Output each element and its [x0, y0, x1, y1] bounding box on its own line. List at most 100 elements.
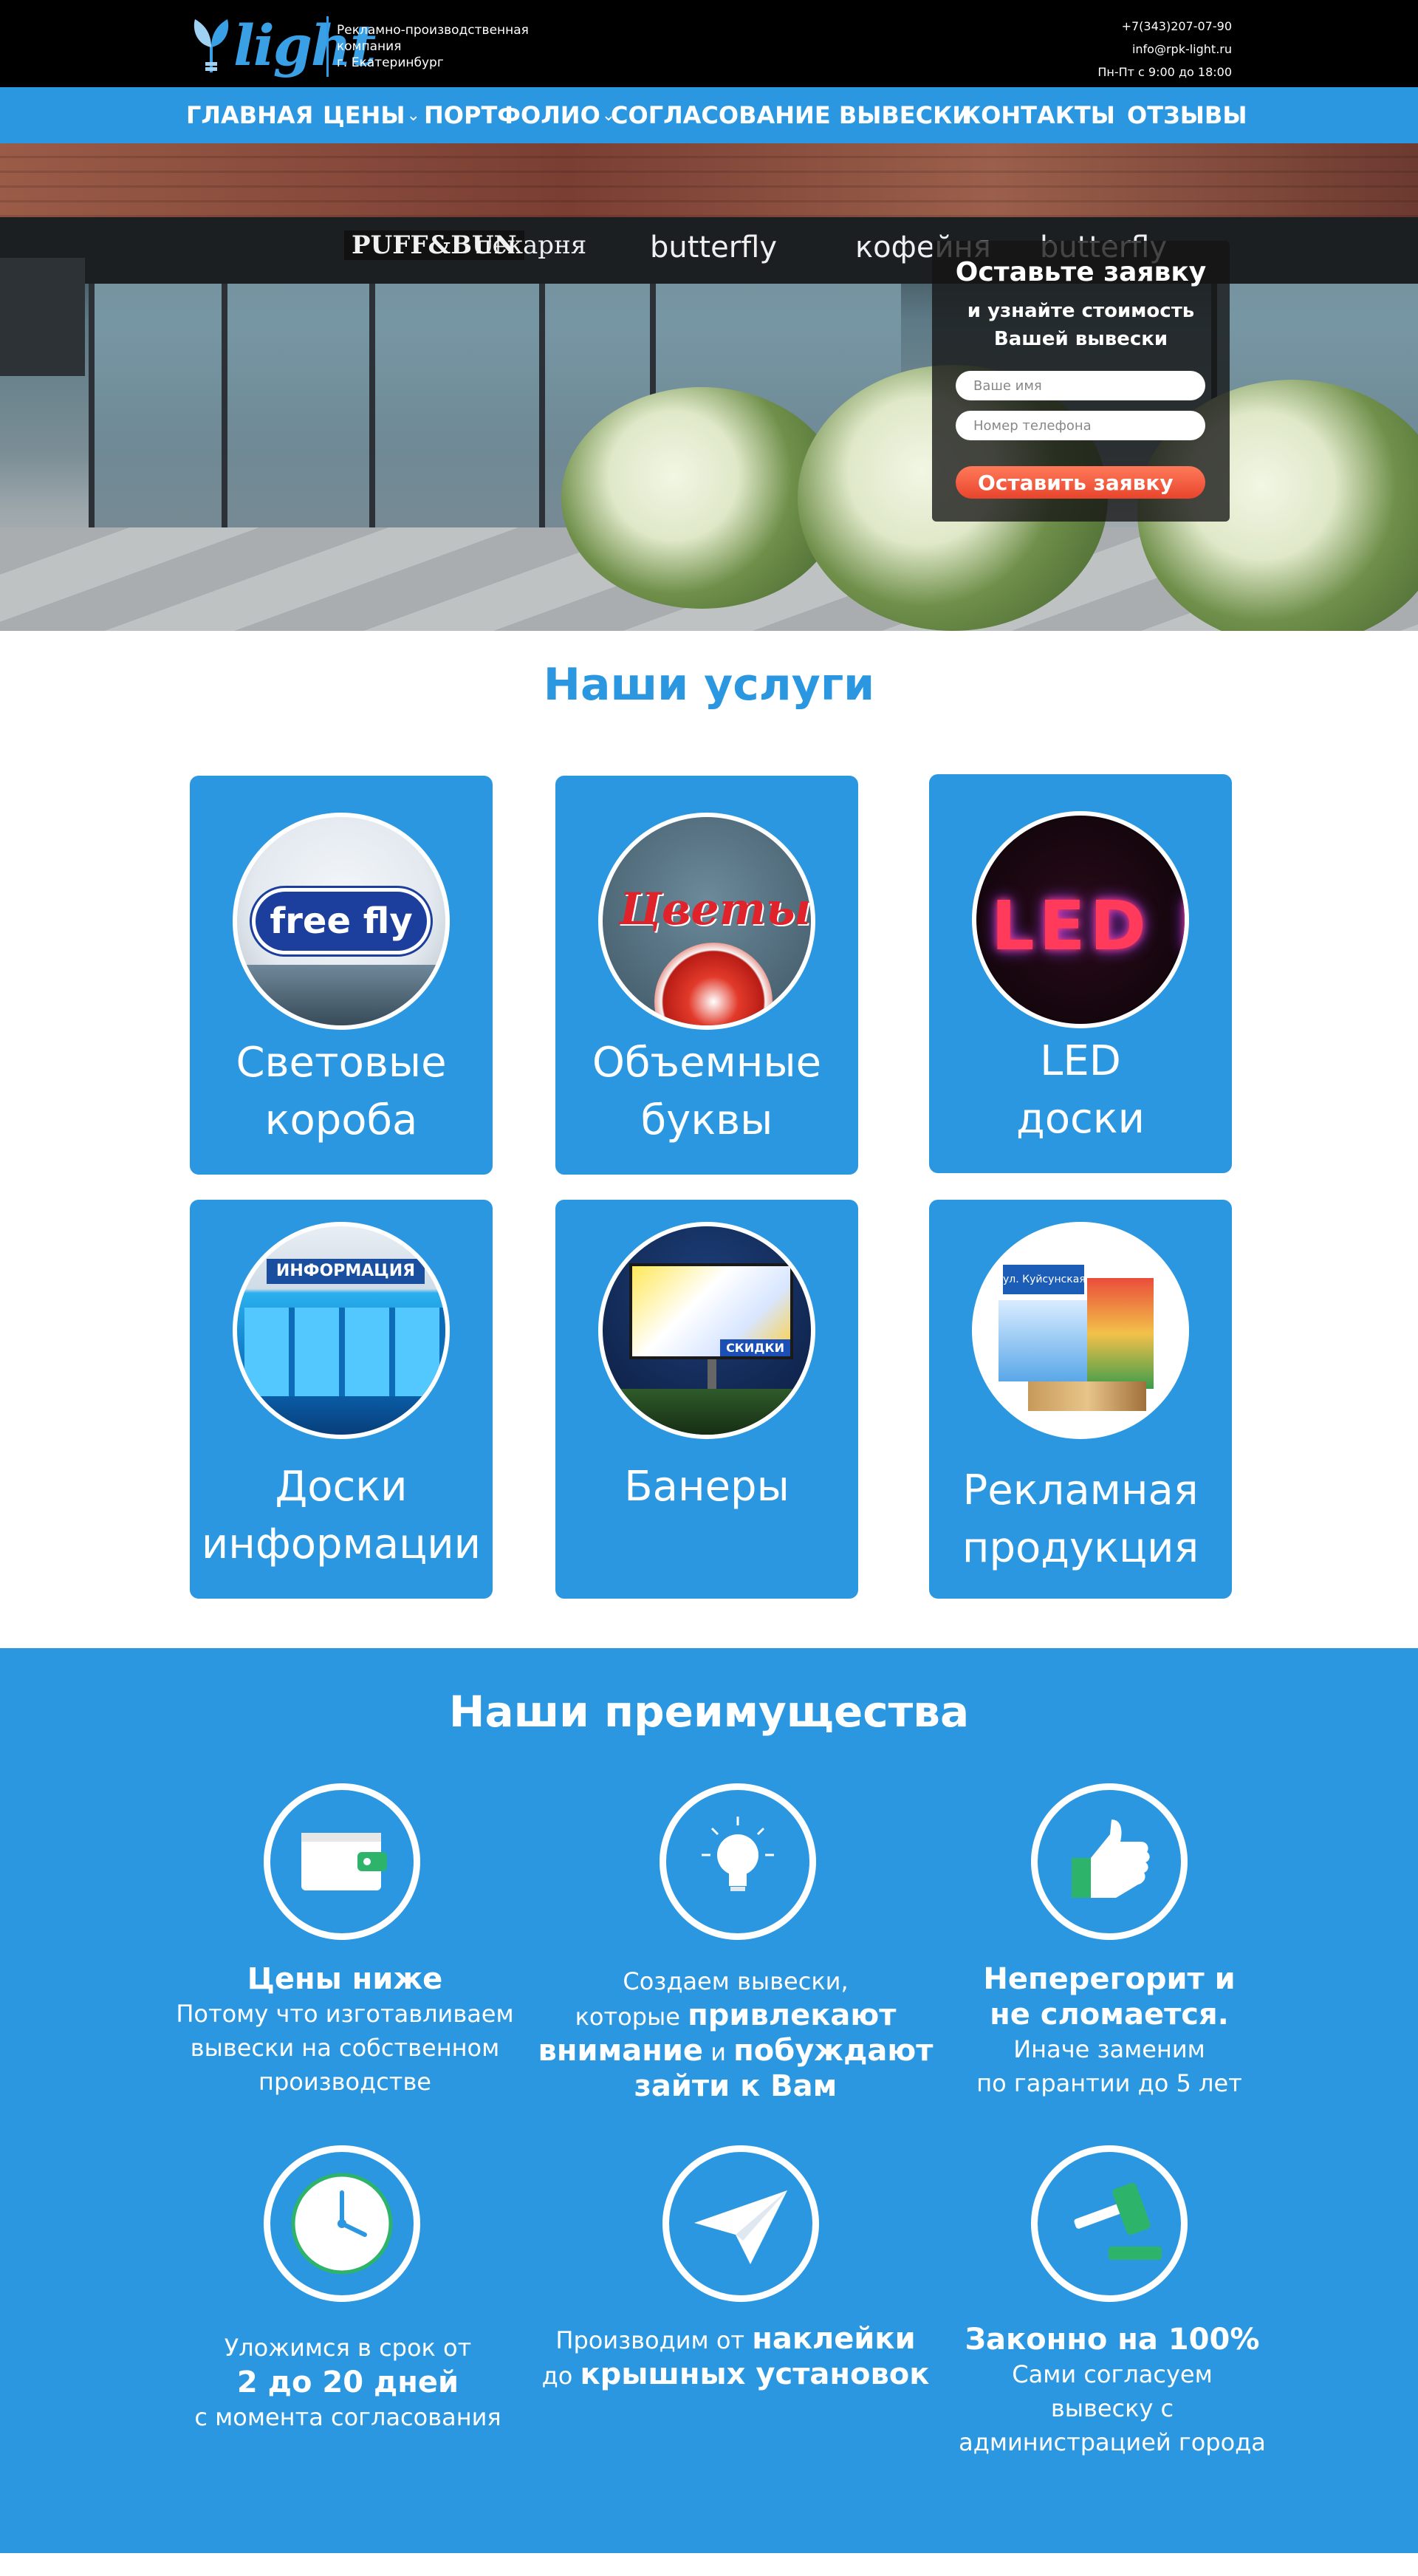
service-image: ул. Куйсунская: [972, 1222, 1189, 1439]
advantage-heading: Законно на 100%: [965, 2323, 1260, 2357]
site-header: light Рекламно-производственная компания…: [0, 0, 1418, 87]
nav-item-home[interactable]: ГЛАВНАЯ: [186, 87, 313, 143]
form-subtitle-line: и узнайте стоимость: [967, 300, 1195, 322]
advantage-line: администрацией города: [959, 2428, 1266, 2456]
nav-item-approval[interactable]: СОГЛАСОВАНИЕ ВЫВЕСКИ: [611, 87, 972, 143]
service-card-lightbox[interactable]: free fly Световые короба: [190, 776, 493, 1175]
phone-input[interactable]: [956, 411, 1205, 440]
service-label-line: Объемные: [592, 1039, 822, 1087]
hero-photo-window: [222, 284, 369, 527]
paper-plane-icon: [694, 2190, 787, 2264]
advantage-icon-circle: [1031, 2145, 1188, 2302]
service-image-sign: Цветы: [619, 884, 812, 935]
service-image-sign: LED D: [991, 886, 1185, 966]
nav-item-portfolio[interactable]: ПОРТФОЛИО⌄: [424, 87, 615, 143]
advantage-line: Уложимся в срок от: [224, 2334, 472, 2362]
chevron-down-icon: ⌄: [406, 106, 420, 125]
service-label: Доски информации: [190, 1458, 493, 1574]
service-image: free fly: [233, 813, 450, 1030]
advantage-line: которые привлекают: [529, 1998, 942, 2034]
advantage-text: Производим от наклейки до крышных устано…: [529, 2322, 942, 2393]
advantage-line: Потому что изготавливаем: [176, 2000, 514, 2028]
service-label: Рекламная продукция: [929, 1462, 1232, 1577]
service-label: LED доски: [929, 1033, 1232, 1148]
service-label-line: короба: [264, 1096, 418, 1144]
advantage-heading: Цены ниже: [247, 1962, 443, 1996]
nav-item-contacts[interactable]: КОНТАКТЫ: [962, 87, 1115, 143]
advantage-strong: наклейки: [752, 2322, 916, 2356]
nav-item-prices[interactable]: ЦЕНЫ⌄: [323, 87, 420, 143]
advantage-line: Производим от наклейки: [529, 2322, 942, 2357]
storefront-sign: butterfly: [650, 230, 778, 264]
service-image-sign: ул. Куйсунская: [1003, 1265, 1084, 1294]
advantage-text: Создаем вывески, которые привлекают вним…: [529, 1964, 942, 2105]
service-image-rose: [654, 943, 773, 1025]
service-image: LED D: [972, 811, 1189, 1028]
service-label: Световые короба: [190, 1034, 493, 1149]
name-input[interactable]: [956, 371, 1205, 400]
advantages-section: Наши преимущества Цены ниже Потому что и…: [0, 1648, 1418, 2553]
service-label-line: LED: [1040, 1037, 1121, 1085]
company-description: Рекламно-производственная компания г. Ек…: [337, 22, 558, 71]
advantages-title: Наши преимущества: [448, 1687, 970, 1737]
advantage-text: Уложимся в срок от 2 до 20 дней с момент…: [141, 2331, 555, 2434]
contacts: +7(343)207-07-90 info@rpk-light.ru Пн-Пт…: [1097, 15, 1232, 83]
service-image: Цветы: [598, 813, 815, 1030]
hero-photo-bricks: [0, 143, 1418, 217]
wallet-icon: [301, 1833, 387, 1890]
service-card-banners[interactable]: СКИДКИ Банеры: [555, 1200, 858, 1599]
company-line: компания: [337, 39, 402, 54]
service-card-led-boards[interactable]: LED D LED доски: [929, 774, 1232, 1173]
advantage-line: Иначе заменим: [1013, 2035, 1205, 2063]
advantage-heading: 2 до 20 дней: [236, 2365, 459, 2399]
storefront-sign: пекарня: [476, 230, 587, 260]
working-hours: Пн-Пт с 9:00 до 18:00: [1097, 65, 1232, 79]
service-image-panels: [244, 1308, 445, 1396]
nav-item-reviews[interactable]: ОТЗЫВЫ: [1127, 87, 1247, 143]
service-label-line: Световые: [236, 1039, 447, 1087]
service-card-info-boards[interactable]: ИНФОРМАЦИЯ Доски информации: [190, 1200, 493, 1599]
service-image-brochure: [999, 1300, 1087, 1381]
phone-link[interactable]: +7(343)207-07-90: [1097, 15, 1232, 38]
form-subtitle: и узнайте стоимость Вашей вывески: [932, 297, 1230, 353]
advantage-text: Законно на 100% Сами согласуем вывеску с…: [905, 2322, 1319, 2459]
advantage-icon-circle: [660, 1783, 816, 1940]
service-card-volume-letters[interactable]: Цветы Объемные буквы: [555, 776, 858, 1175]
hero-photo-window: [89, 284, 222, 527]
advantage-line: до крышных установок: [529, 2357, 942, 2393]
advantage-line: вывески на собственном: [190, 2034, 500, 2062]
advantage-heading: не сломается.: [990, 1998, 1229, 2032]
advantage-line: Создаем вывески,: [623, 1967, 849, 1995]
advantage-line: вывеску с: [1050, 2394, 1174, 2422]
advantage-icon-circle: [264, 2145, 420, 2302]
advantage-heading: Неперегорит и: [983, 1962, 1236, 1996]
service-label-line: Банеры: [624, 1463, 790, 1511]
service-image-sign: free fly: [252, 888, 431, 954]
advantage-line: Сами согласуем: [1012, 2360, 1213, 2388]
service-image-packages: [1028, 1381, 1146, 1411]
gavel-icon: [1074, 2182, 1162, 2260]
service-image: СКИДКИ: [598, 1222, 815, 1439]
thumbs-up-icon: [1072, 1820, 1150, 1898]
service-label-line: продукция: [962, 1524, 1199, 1572]
advantage-text: Цены ниже Потому что изготавливаем вывес…: [138, 1961, 552, 2099]
service-label-line: Доски: [275, 1463, 408, 1511]
service-card-promo-products[interactable]: ул. Куйсунская Рекламная продукция: [929, 1200, 1232, 1599]
service-image-billboard: СКИДКИ: [629, 1263, 793, 1359]
email-link[interactable]: info@rpk-light.ru: [1097, 38, 1232, 61]
service-label-line: информации: [201, 1520, 482, 1568]
advantage-line: зайти к Вам: [529, 2069, 942, 2105]
service-label-line: буквы: [640, 1096, 773, 1144]
advantage-line: по гарантии до 5 лет: [976, 2069, 1242, 2097]
nav-label: ПОРТФОЛИО: [424, 101, 600, 129]
hero-photo-building: [0, 258, 85, 376]
nav-label: СОГЛАСОВАНИЕ ВЫВЕСКИ: [611, 101, 973, 129]
clock-icon: [291, 2173, 393, 2275]
nav-label: ГЛАВНАЯ: [186, 101, 314, 129]
services-title: Наши услуги: [543, 659, 875, 711]
company-line: Рекламно-производственная: [337, 23, 529, 38]
form-subtitle-line: Вашей вывески: [993, 328, 1168, 350]
submit-request-button[interactable]: Оставить заявку: [956, 466, 1205, 499]
advantage-line: производстве: [258, 2068, 431, 2096]
advantage-word: и: [710, 2038, 726, 2066]
